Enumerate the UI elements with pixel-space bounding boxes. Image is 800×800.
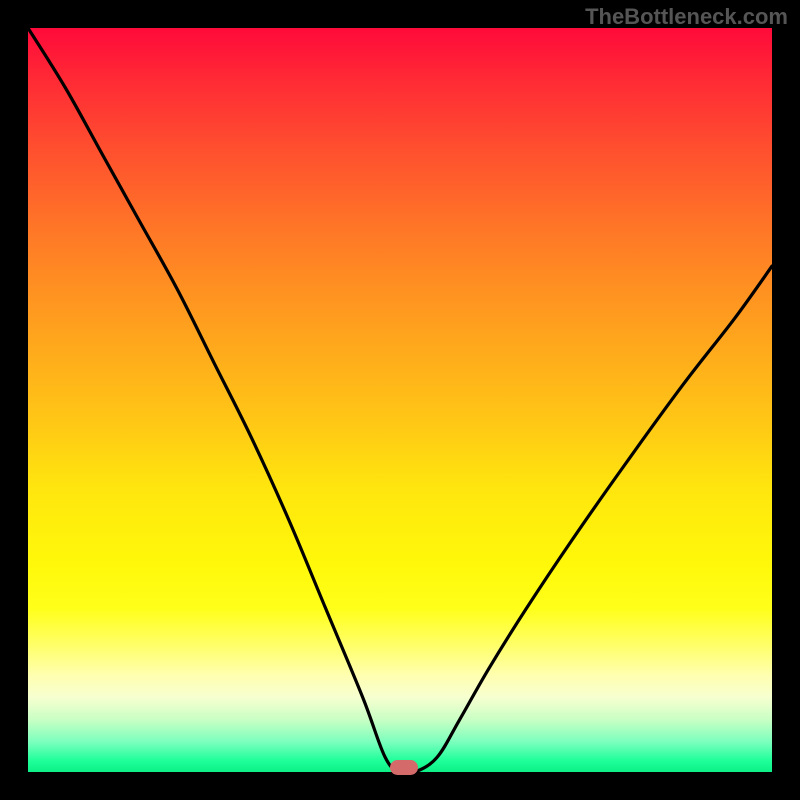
bottleneck-curve bbox=[28, 28, 772, 772]
chart-container: TheBottleneck.com bbox=[0, 0, 800, 800]
watermark-text: TheBottleneck.com bbox=[585, 4, 788, 30]
optimum-marker bbox=[390, 760, 418, 775]
plot-area bbox=[28, 28, 772, 772]
